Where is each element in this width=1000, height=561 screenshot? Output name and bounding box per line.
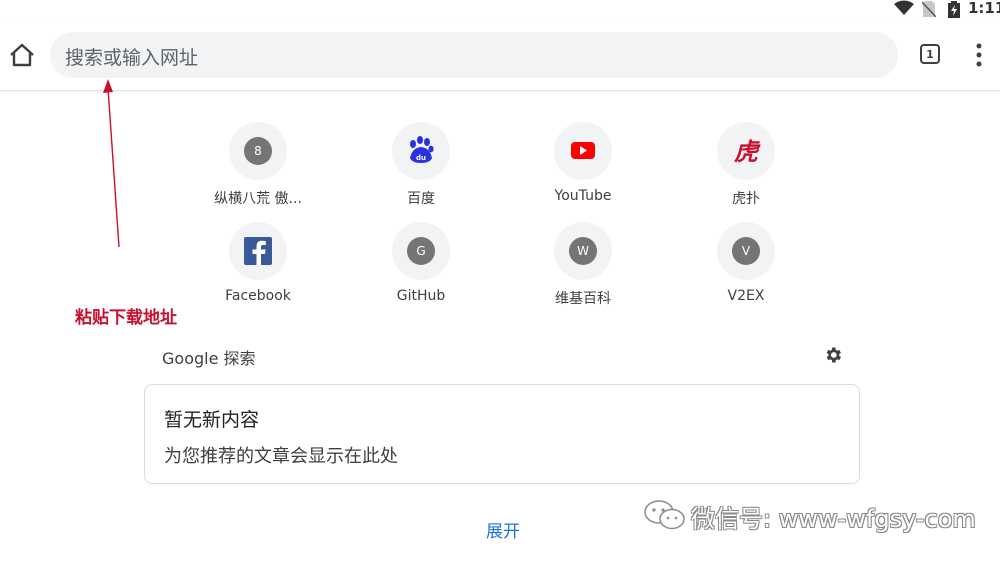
svg-text:du: du [416, 154, 426, 162]
letter-icon: V [732, 237, 760, 265]
empty-content-card: 暂无新内容 为您推荐的文章会显示在此处 [144, 384, 860, 484]
tab-switcher-button[interactable]: 1 [920, 44, 940, 64]
svg-text:虎: 虎 [734, 138, 761, 166]
shortcut-label: 维基百科 [555, 291, 611, 307]
facebook-icon [244, 237, 272, 265]
wechat-icon [644, 500, 685, 530]
shortcut-label: V2EX [727, 288, 765, 304]
youtube-icon [571, 142, 595, 159]
shortcut-tile[interactable]: du 百度 [351, 122, 491, 208]
shortcut-tile[interactable]: 8 纵横八荒 傲... [188, 122, 328, 208]
hupu-icon: 虎 [734, 138, 761, 166]
letter-icon: G [407, 237, 435, 265]
letter-icon: W [569, 237, 597, 265]
status-time: 1:11 [968, 0, 1000, 17]
shortcut-tile[interactable]: 虎 虎扑 [676, 122, 816, 208]
more-vert-icon[interactable] [972, 42, 986, 68]
shortcut-icon-container: W [554, 222, 612, 280]
shortcut-label: YouTube [554, 188, 612, 204]
battery-charging-icon [948, 1, 960, 18]
shortcut-tile[interactable]: Facebook [188, 222, 328, 304]
shortcut-label: 纵横八荒 傲... [214, 191, 302, 207]
no-sim-icon [922, 1, 936, 17]
annotation-text: 粘贴下载地址 [75, 308, 177, 328]
shortcut-icon-container: G [392, 222, 450, 280]
shortcut-tile[interactable]: V V2EX [676, 222, 816, 304]
shortcut-label: 百度 [407, 191, 435, 207]
annotation-arrow-icon [103, 79, 120, 248]
shortcut-tile[interactable]: YouTube [513, 122, 653, 204]
letter-icon: 8 [244, 137, 272, 165]
shortcut-tile[interactable]: G GitHub [351, 222, 491, 304]
shortcut-icon-container [229, 222, 287, 280]
shortcut-icon-container: V [717, 222, 775, 280]
shortcut-icon-container: 虎 [717, 122, 775, 180]
card-body: 为您推荐的文章会显示在此处 [164, 446, 398, 467]
card-title: 暂无新内容 [164, 409, 260, 431]
discover-header: Google 探索 [162, 349, 256, 368]
shortcut-tile[interactable]: W 维基百科 [513, 222, 653, 308]
gear-icon[interactable] [823, 345, 843, 365]
expand-button[interactable]: 展开 [486, 517, 520, 542]
shortcut-label: GitHub [396, 288, 446, 304]
shortcut-icon-container: 8 [229, 122, 287, 180]
shortcut-icon-container: du [392, 122, 450, 180]
wifi-icon [894, 0, 914, 15]
baidu-icon: du [410, 136, 434, 163]
shortcut-label: 虎扑 [732, 191, 760, 207]
shortcut-icon-container [554, 122, 612, 180]
shortcut-label: Facebook [225, 288, 291, 304]
watermark-text: 微信号: www-wfgsy-com [691, 505, 976, 533]
